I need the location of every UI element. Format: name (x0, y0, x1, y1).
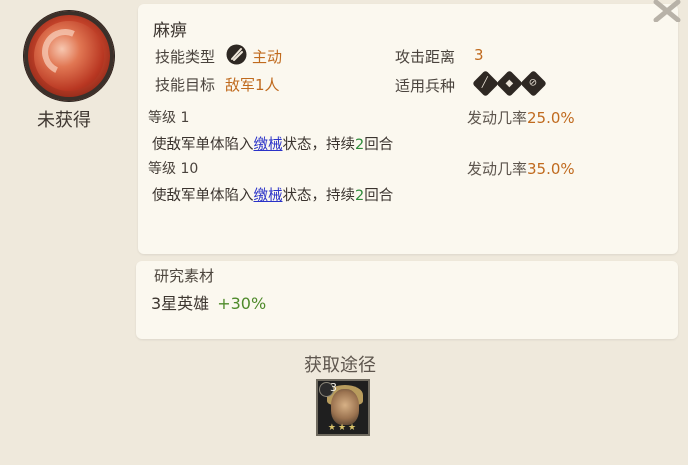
level-1-label: 等级 1 (148, 110, 190, 126)
skill-type-label: 技能类型 (155, 48, 216, 66)
attack-range-value: 3 (474, 46, 484, 64)
material-bonus: +30% (217, 294, 267, 313)
skill-target-value: 敌军1人 (225, 76, 280, 94)
troop-type-label: 适用兵种 (395, 77, 456, 95)
research-material-title: 研究素材 (154, 267, 215, 285)
level-1-description: 使敌军单体陷入缴械状态，持续2回合 (152, 137, 394, 153)
archer-icon: ⊘ (520, 70, 547, 97)
acquisition-title: 获取途径 (304, 355, 376, 376)
troop-type-icons: ╱ ◆ ⊘ (472, 70, 547, 97)
close-button[interactable] (650, 0, 684, 23)
level-1-trigger-rate: 发动几率25.0% (467, 109, 575, 127)
cavalry-icon: ◆ (496, 70, 523, 97)
skill-target-label: 技能目标 (155, 76, 216, 94)
skill-status-label: 未获得 (37, 110, 91, 131)
skill-emblem-icon (24, 11, 114, 101)
hero-stars-icon: ★★★ (327, 423, 359, 433)
infantry-icon: ╱ (472, 70, 499, 97)
level-10-description: 使敌军单体陷入缴械状态，持续2回合 (152, 188, 394, 204)
disarm-status-link[interactable]: 缴械 (254, 137, 283, 153)
research-material-item: 3星英雄 +30% (151, 294, 267, 313)
skill-type-value: 主动 (252, 48, 283, 66)
level-10-label: 等级 10 (148, 161, 199, 177)
attack-range-label: 攻击距离 (395, 48, 456, 66)
close-icon (653, 0, 681, 23)
hero-portrait (331, 389, 359, 425)
hero-source-card[interactable]: 3 ★★★ (316, 379, 370, 436)
disarm-status-link[interactable]: 缴械 (254, 188, 283, 204)
active-skill-icon (226, 44, 247, 65)
hero-star-count: 3 (330, 381, 337, 394)
skill-info-panel (138, 4, 678, 254)
level-10-trigger-rate: 发动几率35.0% (467, 160, 575, 178)
skill-name: 麻痹 (153, 21, 187, 41)
